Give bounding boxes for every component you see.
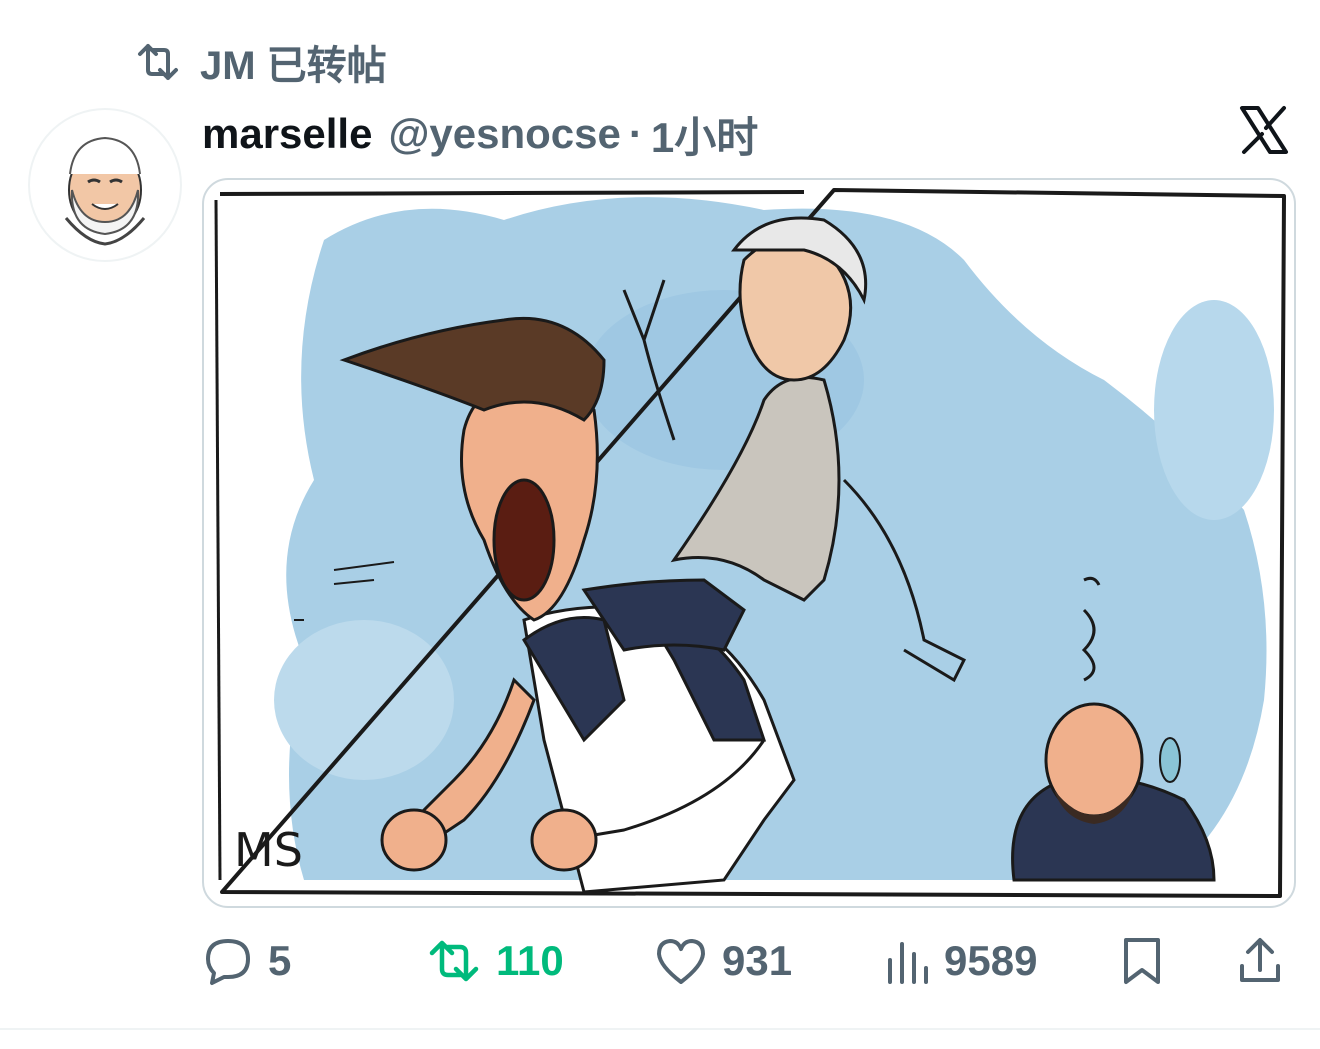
cartoon-illustration: MS bbox=[214, 188, 1286, 898]
social-context[interactable]: JM 已转帖 bbox=[134, 36, 387, 88]
avatar[interactable] bbox=[28, 108, 182, 262]
artist-signature: MS bbox=[234, 823, 303, 877]
bookmark-icon bbox=[1124, 938, 1160, 984]
avatar-image bbox=[64, 136, 146, 246]
like-button[interactable]: 931 bbox=[654, 926, 792, 996]
tweet-media[interactable]: MS bbox=[202, 178, 1296, 908]
reply-count: 5 bbox=[268, 937, 292, 984]
bookmark-button[interactable] bbox=[1120, 926, 1164, 996]
reply-button[interactable]: 5 bbox=[202, 926, 291, 996]
like-count: 931 bbox=[722, 937, 793, 984]
tweet-header: marselle @yesnocse · 1小时 bbox=[202, 104, 758, 164]
views-button[interactable]: 9589 bbox=[884, 926, 1037, 996]
author-name[interactable]: marselle bbox=[202, 110, 372, 158]
separator-dot: · bbox=[628, 110, 643, 157]
heart-icon bbox=[657, 939, 705, 984]
share-button[interactable] bbox=[1236, 926, 1284, 996]
retweet-icon bbox=[138, 44, 178, 80]
tweet-divider bbox=[0, 1028, 1320, 1030]
retweet-button[interactable]: 110 bbox=[426, 926, 564, 996]
social-context-text: JM 已转帖 bbox=[200, 44, 387, 88]
share-icon bbox=[1240, 938, 1280, 982]
retweet-count: 110 bbox=[496, 937, 564, 984]
tweet-action-bar: 5 110 931 9589 bbox=[202, 926, 1292, 996]
views-icon bbox=[888, 942, 928, 984]
retweet-icon bbox=[429, 940, 479, 982]
tweet-timestamp[interactable]: 1小时 bbox=[651, 104, 758, 165]
views-count: 9589 bbox=[944, 937, 1038, 984]
author-handle[interactable]: @yesnocse bbox=[388, 110, 620, 158]
reply-icon bbox=[206, 939, 250, 985]
x-logo-icon[interactable] bbox=[1238, 104, 1290, 156]
